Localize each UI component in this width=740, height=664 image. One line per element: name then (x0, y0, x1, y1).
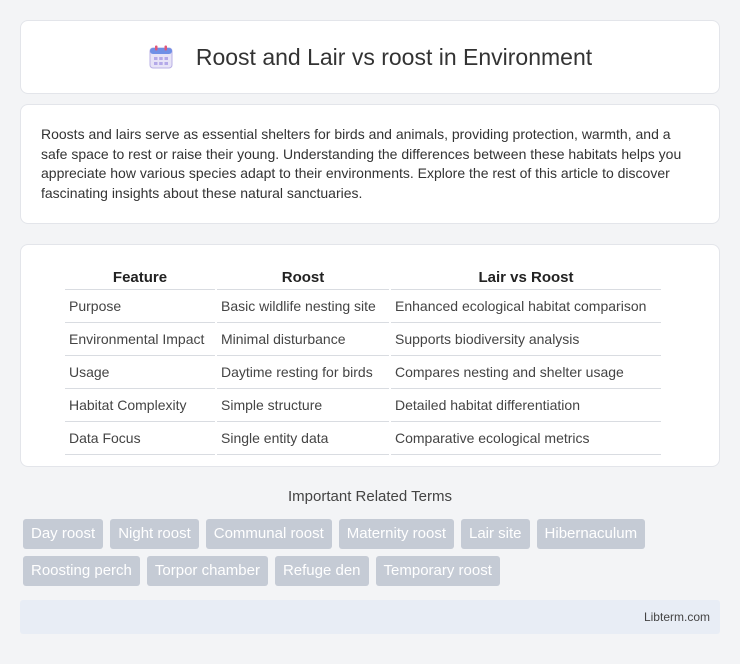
table-cell: Data Focus (65, 422, 215, 455)
intro-card: Roosts and lairs serve as essential shel… (20, 104, 720, 224)
header-lair-vs-roost: Lair vs Roost (391, 267, 661, 290)
tag-roosting-perch[interactable]: Roosting perch (23, 556, 140, 586)
table-row: Environmental Impact Minimal disturbance… (65, 323, 661, 356)
table-row: Data Focus Single entity data Comparativ… (65, 422, 661, 455)
table-cell: Environmental Impact (65, 323, 215, 356)
table-cell: Enhanced ecological habitat comparison (391, 290, 661, 323)
footer-site-link[interactable]: Libterm.com (644, 610, 710, 624)
tag-row: Day roost Night roost Communal roost Mat… (23, 519, 723, 549)
table-cell: Daytime resting for birds (217, 356, 389, 389)
related-terms-tags: Day roost Night roost Communal roost Mat… (23, 519, 723, 593)
tag-night-roost[interactable]: Night roost (110, 519, 199, 549)
tag-temporary-roost[interactable]: Temporary roost (375, 556, 500, 586)
table-cell: Basic wildlife nesting site (217, 290, 389, 323)
tag-day-roost[interactable]: Day roost (23, 519, 104, 549)
tag-lair-site[interactable]: Lair site (461, 519, 530, 549)
tag-refuge-den[interactable]: Refuge den (274, 556, 369, 586)
table-row: Usage Daytime resting for birds Compares… (65, 356, 661, 389)
footer: Libterm.com (20, 600, 720, 634)
table-cell: Minimal disturbance (217, 323, 389, 356)
table-row: Purpose Basic wildlife nesting site Enha… (65, 290, 661, 323)
comparison-table: Feature Roost Lair vs Roost Purpose Basi… (63, 267, 663, 455)
table-row: Habitat Complexity Simple structure Deta… (65, 389, 661, 422)
table-cell: Detailed habitat differentiation (391, 389, 661, 422)
calendar-icon (148, 44, 174, 70)
tag-maternity-roost[interactable]: Maternity roost (338, 519, 454, 549)
table-cell: Supports biodiversity analysis (391, 323, 661, 356)
table-cell: Comparative ecological metrics (391, 422, 661, 455)
tag-hibernaculum[interactable]: Hibernaculum (536, 519, 646, 549)
intro-text: Roosts and lairs serve as essential shel… (41, 126, 682, 201)
table-cell: Purpose (65, 290, 215, 323)
related-terms-title: Important Related Terms (288, 488, 452, 505)
header-feature: Feature (65, 267, 215, 290)
table-cell: Habitat Complexity (65, 389, 215, 422)
header-card: Roost and Lair vs roost in Environment (20, 20, 720, 94)
table-cell: Compares nesting and shelter usage (391, 356, 661, 389)
tag-communal-roost[interactable]: Communal roost (205, 519, 332, 549)
page-title: Roost and Lair vs roost in Environment (195, 43, 593, 70)
table-cell: Usage (65, 356, 215, 389)
tag-torpor-chamber[interactable]: Torpor chamber (146, 556, 268, 586)
header-roost: Roost (217, 267, 389, 290)
tag-row: Roosting perch Torpor chamber Refuge den… (23, 556, 723, 586)
table-cell: Single entity data (217, 422, 389, 455)
table-header-row: Feature Roost Lair vs Roost (65, 267, 661, 290)
table-cell: Simple structure (217, 389, 389, 422)
comparison-table-card: Feature Roost Lair vs Roost Purpose Basi… (20, 244, 720, 467)
